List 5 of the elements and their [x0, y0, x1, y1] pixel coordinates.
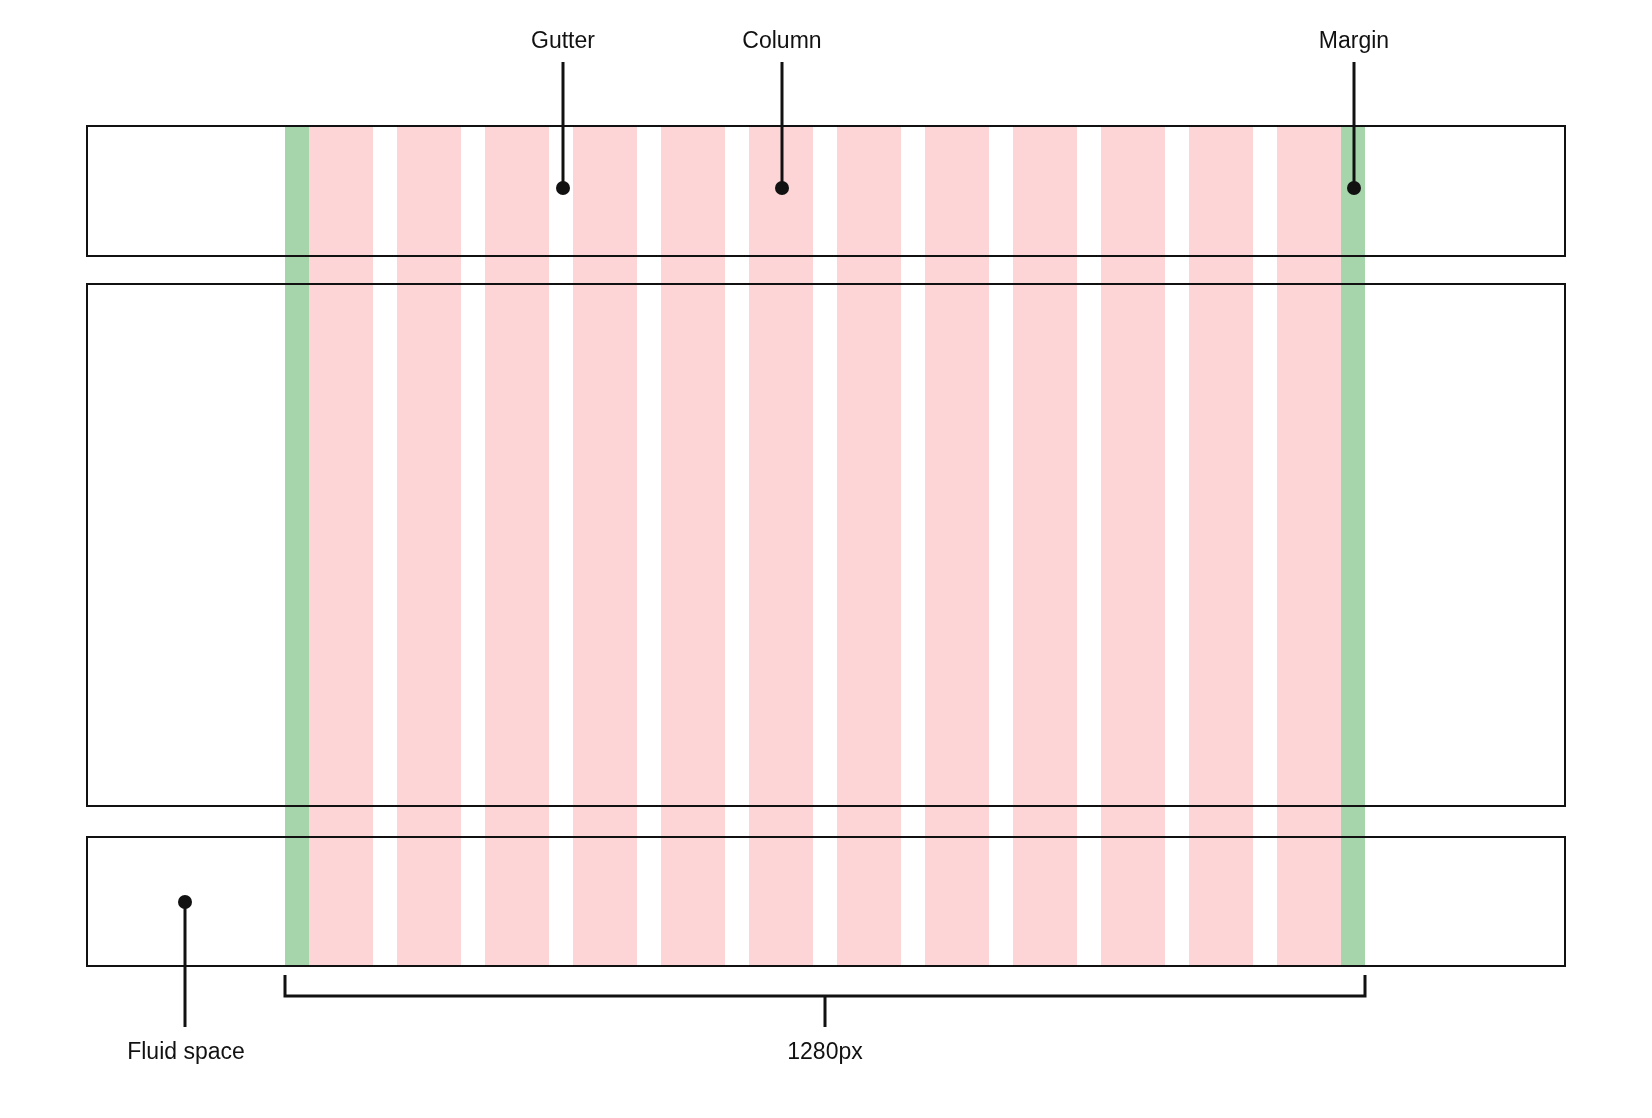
callout-label: Margin: [1318, 27, 1390, 53]
callout-label: Fluid space: [127, 1038, 245, 1064]
callout-label: Column: [742, 27, 822, 53]
dimension-label: 1280px: [787, 1038, 863, 1064]
callout-label: Gutter: [531, 27, 595, 53]
